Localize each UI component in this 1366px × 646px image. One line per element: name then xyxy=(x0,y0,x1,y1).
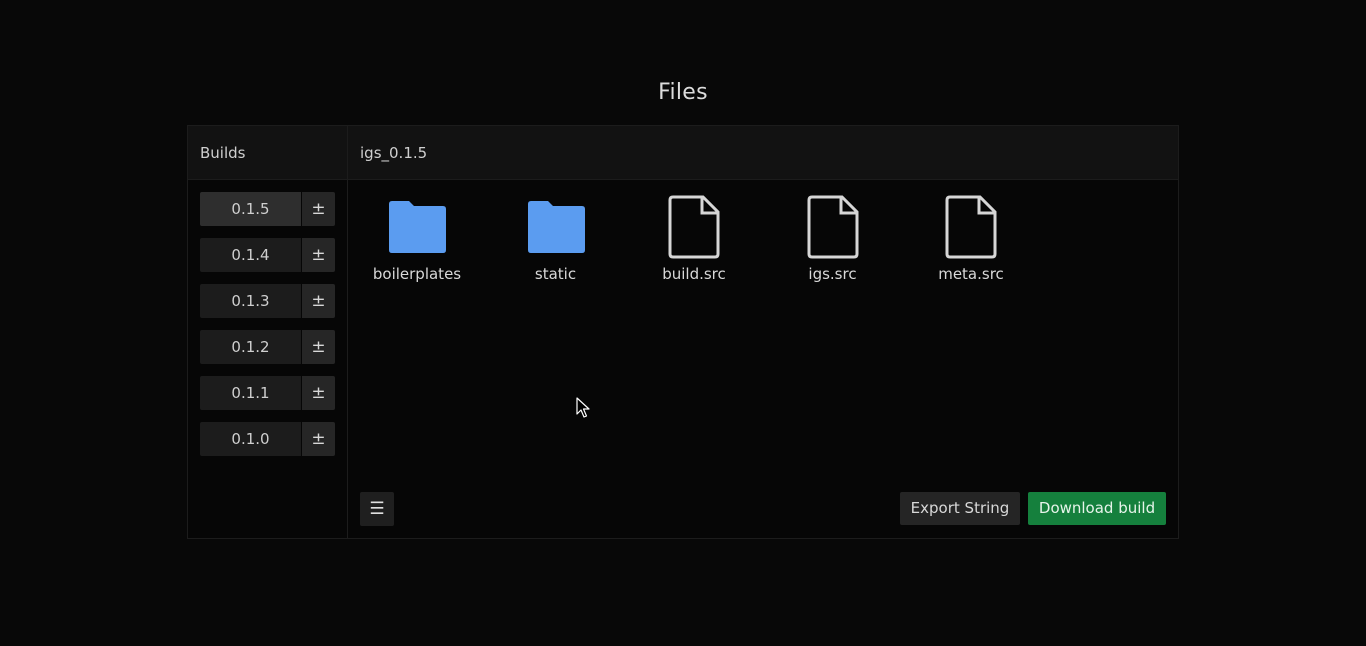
build-version-button[interactable]: 0.1.0 xyxy=(200,422,301,456)
build-version-button[interactable]: 0.1.1 xyxy=(200,376,301,410)
build-version-button[interactable]: 0.1.4 xyxy=(200,238,301,272)
file-icon xyxy=(916,194,1026,260)
file-item-build-src[interactable]: build.src xyxy=(639,194,749,283)
build-toggle-button[interactable]: ± xyxy=(302,192,335,226)
file-icon xyxy=(639,194,749,260)
mouse-cursor-icon xyxy=(576,397,590,423)
build-row: 0.1.2 ± xyxy=(200,330,335,364)
build-version-button[interactable]: 0.1.3 xyxy=(200,284,301,318)
build-toggle-button[interactable]: ± xyxy=(302,376,335,410)
build-row: 0.1.0 ± xyxy=(200,422,335,456)
folder-item-boilerplates[interactable]: boilerplates xyxy=(362,194,472,283)
build-toggle-button[interactable]: ± xyxy=(302,284,335,318)
files-panel: Builds 0.1.5 ± 0.1.4 ± 0.1.3 ± 0.1.2 ± 0… xyxy=(187,125,1179,539)
build-toggle-button[interactable]: ± xyxy=(302,330,335,364)
folder-icon xyxy=(501,194,611,260)
build-version-button[interactable]: 0.1.5 xyxy=(200,192,301,226)
file-name: static xyxy=(534,265,577,283)
file-name: boilerplates xyxy=(372,265,462,283)
build-row: 0.1.5 ± xyxy=(200,192,335,226)
build-list: 0.1.5 ± 0.1.4 ± 0.1.3 ± 0.1.2 ± 0.1.1 ± … xyxy=(200,192,335,468)
folder-item-static[interactable]: static xyxy=(501,194,611,283)
build-toggle-button[interactable]: ± xyxy=(302,422,335,456)
build-toggle-button[interactable]: ± xyxy=(302,238,335,272)
download-build-button[interactable]: Download build xyxy=(1028,492,1166,525)
builds-header: Builds xyxy=(188,126,347,180)
menu-button[interactable]: ☰ xyxy=(360,492,394,526)
build-row: 0.1.1 ± xyxy=(200,376,335,410)
file-icon xyxy=(778,194,888,260)
build-row: 0.1.3 ± xyxy=(200,284,335,318)
file-browser: igs_0.1.5 boilerplates static build.src … xyxy=(348,126,1178,538)
hamburger-menu-icon: ☰ xyxy=(369,499,385,519)
folder-icon xyxy=(362,194,472,260)
build-row: 0.1.4 ± xyxy=(200,238,335,272)
file-name: build.src xyxy=(662,265,726,283)
builds-sidebar: Builds 0.1.5 ± 0.1.4 ± 0.1.3 ± 0.1.2 ± 0… xyxy=(188,126,348,538)
file-name: igs.src xyxy=(808,265,857,283)
export-string-button[interactable]: Export String xyxy=(900,492,1020,525)
current-build-path: igs_0.1.5 xyxy=(348,126,1178,180)
build-version-button[interactable]: 0.1.2 xyxy=(200,330,301,364)
file-name: meta.src xyxy=(938,265,1004,283)
file-item-meta-src[interactable]: meta.src xyxy=(916,194,1026,283)
page-title: Files xyxy=(658,80,708,105)
file-grid: boilerplates static build.src igs.src me… xyxy=(362,194,1055,283)
file-item-igs-src[interactable]: igs.src xyxy=(778,194,888,283)
